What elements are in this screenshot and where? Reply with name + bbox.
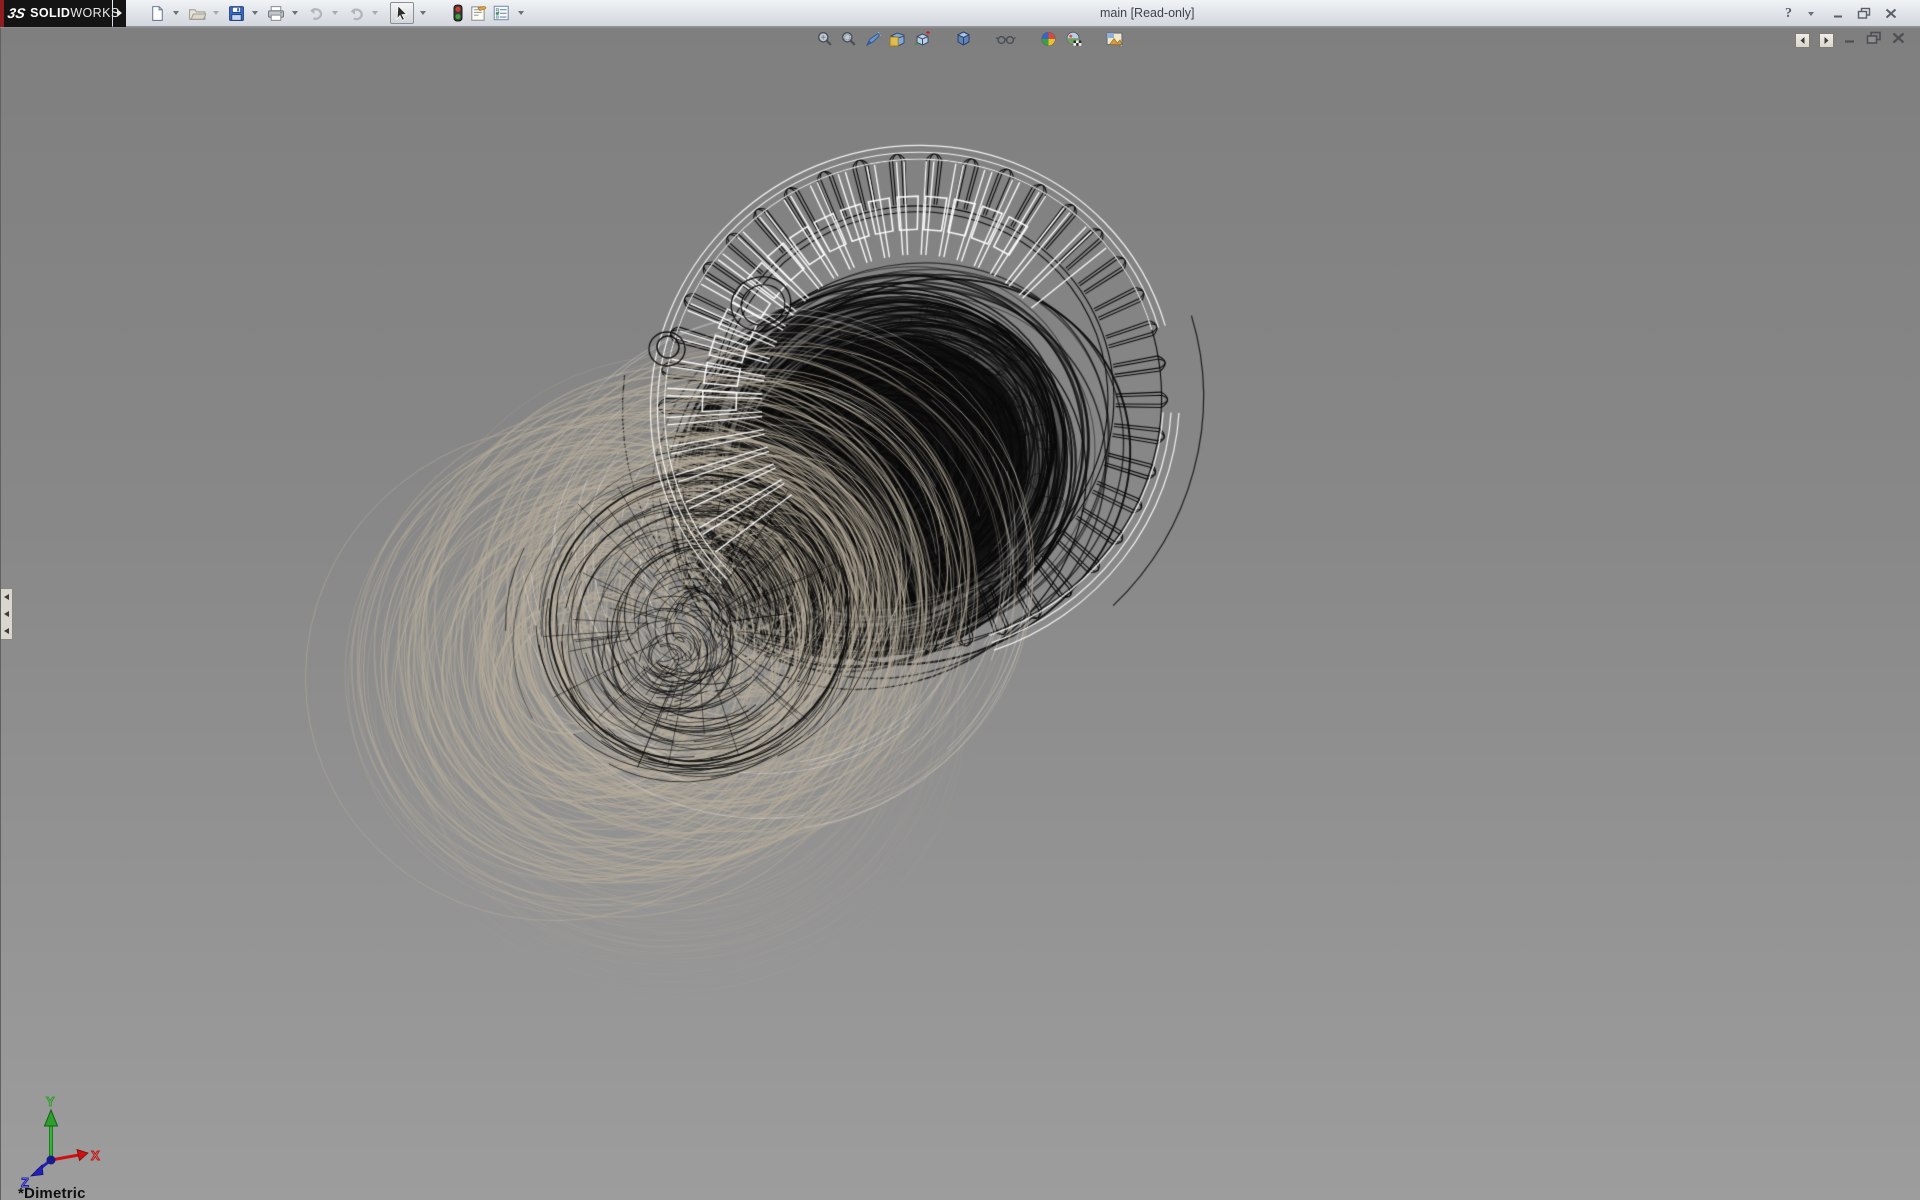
display-style-icon [954,30,973,48]
restore-icon [1857,7,1872,20]
pane-right-icon [1822,36,1831,45]
select-button[interactable] [390,2,414,24]
triad-y-label: Y [46,1094,55,1109]
redo-icon [347,5,365,22]
new-document-icon [149,5,166,22]
undo-dropdown-arrow[interactable] [332,11,338,15]
options-icon [492,4,511,22]
feature-manager-splitter[interactable] [1,588,13,640]
splitter-arrow-icon [4,594,9,600]
help-dropdown-arrow[interactable] [1808,12,1814,16]
orientation-label: *Dimetric [18,1185,86,1200]
doc-restore-icon [1866,31,1882,45]
options-dropdown-arrow[interactable] [518,11,524,15]
save-dropdown-arrow[interactable] [252,11,258,15]
rebuild-traffic-light-icon [451,4,465,22]
previous-view-button[interactable] [864,30,882,48]
title-bar: 3S SOLIDWORKS [0,0,1920,27]
options-button[interactable] [491,2,512,24]
print-icon [267,5,285,22]
previous-view-icon [864,30,882,48]
hide-show-items-button[interactable] [995,30,1017,48]
open-dropdown-arrow[interactable] [213,11,219,15]
view-settings-button[interactable] [1105,30,1125,48]
edit-appearance-button[interactable] [1039,30,1058,48]
pane-right-button[interactable] [1819,33,1834,48]
apply-scene-icon [1064,30,1083,48]
doc-close-button[interactable] [1891,31,1906,50]
undo-icon [307,5,325,22]
close-button[interactable] [1884,7,1898,20]
hide-show-items-glasses-icon [995,30,1017,48]
pane-left-button[interactable] [1795,33,1810,48]
select-dropdown-arrow[interactable] [420,11,426,15]
display-style-button[interactable] [954,30,973,48]
rebuild-button[interactable] [450,2,466,24]
print-button[interactable] [266,3,286,24]
triad-x-label: X [91,1148,100,1163]
window-title: main [Read-only] [1100,6,1195,20]
redo-button[interactable] [346,3,366,24]
minimize-button[interactable] [1832,7,1845,20]
close-icon [1884,7,1898,20]
undo-button[interactable] [306,3,326,24]
doc-restore-button[interactable] [1866,31,1882,50]
window-controls: ? [1785,0,1898,27]
print-dropdown-arrow[interactable] [292,11,298,15]
save-floppy-icon [228,5,245,22]
engine-model-wireframe[interactable] [1,28,1920,1200]
graphics-viewport[interactable]: Y X Z *Dimetric [0,28,1920,1200]
standard-toolbar [148,2,530,24]
3ds-logo-mark: 3S [6,5,27,21]
edit-appearance-icon [1039,30,1058,48]
solidworks-logo-text: SOLIDWORKS [30,6,119,20]
apply-scene-button[interactable] [1064,30,1083,48]
zoom-to-area-button[interactable] [840,30,858,48]
solidworks-logo: 3S SOLIDWORKS [0,0,112,27]
splitter-arrow-icon [4,611,9,617]
headsup-view-toolbar [813,30,1128,48]
new-document-button[interactable] [148,3,167,24]
zoom-to-fit-icon [816,30,834,48]
view-orientation-icon [913,30,932,48]
help-button[interactable]: ? [1785,6,1792,22]
doc-minimize-icon [1843,31,1857,45]
orientation-triad: Y X Z [13,1094,108,1189]
view-orientation-button[interactable] [913,30,932,48]
new-dropdown-arrow[interactable] [173,11,179,15]
redo-dropdown-arrow[interactable] [372,11,378,15]
file-properties-icon [469,4,488,22]
restore-button[interactable] [1857,7,1872,20]
open-folder-icon [188,5,206,22]
pane-left-icon [1798,36,1807,45]
splitter-arrow-icon [4,628,9,634]
open-button[interactable] [187,3,207,24]
select-cursor-icon [393,4,411,22]
section-view-icon [888,30,907,48]
doc-minimize-button[interactable] [1843,31,1857,50]
zoom-to-area-icon [840,30,858,48]
minimize-icon [1832,7,1845,20]
view-settings-icon [1105,30,1125,48]
section-view-button[interactable] [888,30,907,48]
save-button[interactable] [227,3,246,24]
zoom-to-fit-button[interactable] [816,30,834,48]
doc-close-icon [1891,31,1906,45]
document-window-controls [1795,31,1906,50]
file-properties-button[interactable] [468,2,489,24]
